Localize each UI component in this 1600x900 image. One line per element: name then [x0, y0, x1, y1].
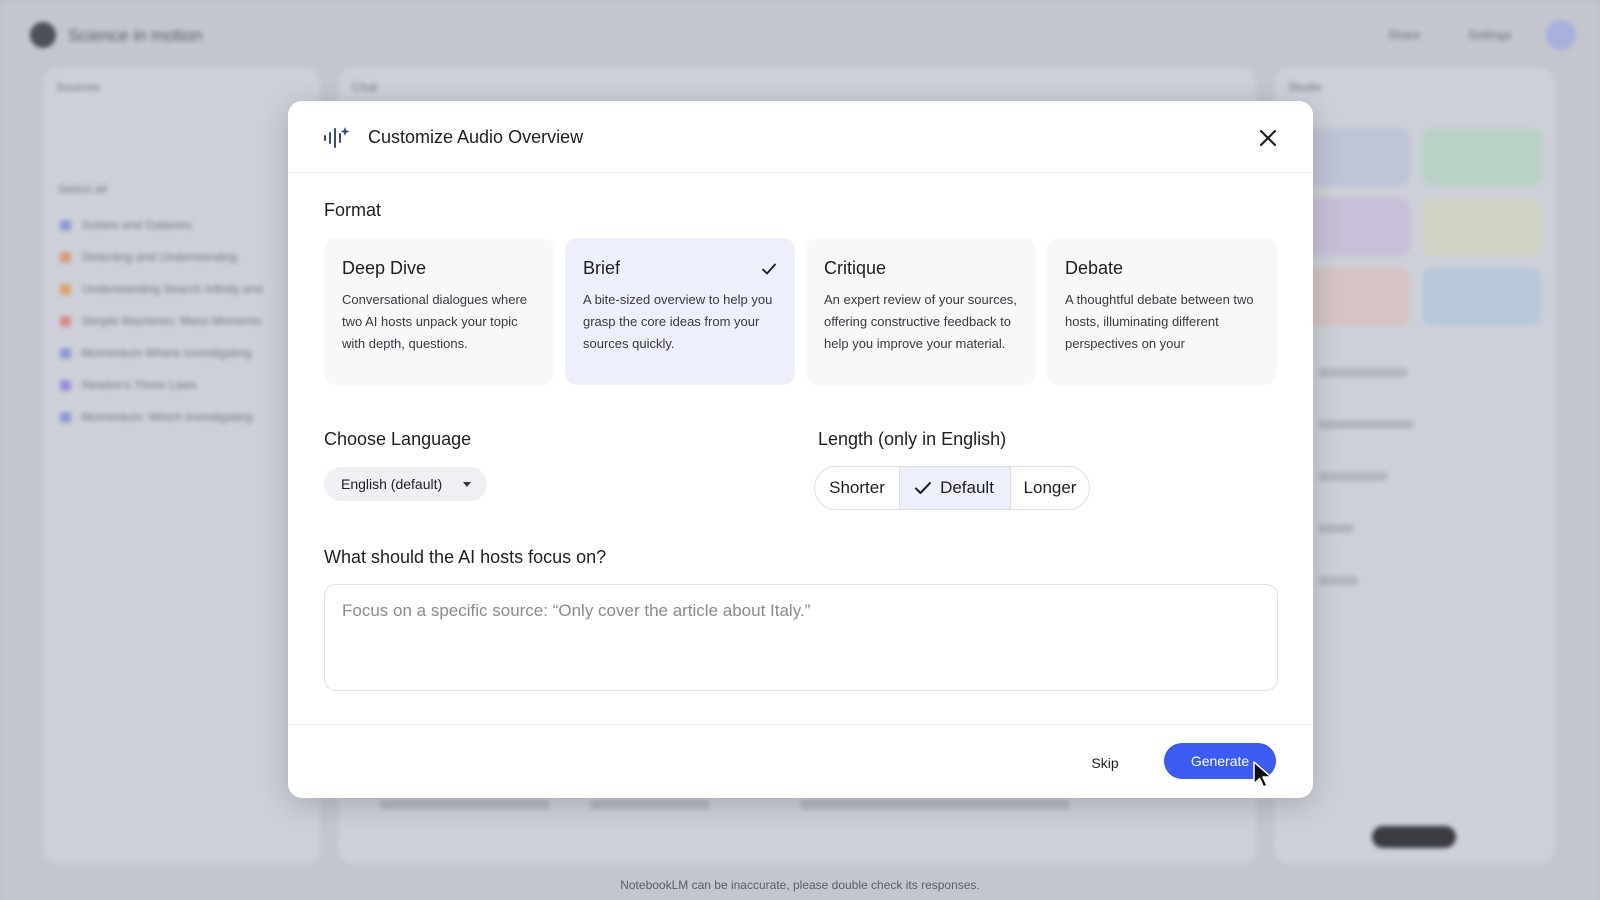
app-logo-icon: [30, 22, 56, 48]
disclaimer-text: NotebookLM can be inaccurate, please dou…: [620, 878, 980, 892]
length-segmented-control: Shorter Default Longer: [814, 466, 1090, 510]
source-icon: [60, 348, 71, 359]
studio-card: [1422, 198, 1542, 256]
format-option-deep-dive[interactable]: Deep Dive Conversational dialogues where…: [324, 238, 554, 385]
source-item: Simple Machines: Mass Moments: [82, 314, 262, 328]
studio-panel: [1274, 68, 1554, 864]
dialog-header: Customize Audio Overview: [288, 101, 1313, 173]
close-icon[interactable]: [1253, 123, 1283, 153]
format-options: Deep Dive Conversational dialogues where…: [324, 238, 1277, 385]
length-label: Length (only in English): [818, 429, 1007, 449]
source-item: Newton's Three Laws: [82, 378, 197, 392]
format-name: Critique: [824, 258, 887, 278]
source-icon: [60, 220, 71, 231]
source-item: Momentum: Which Investigating: [82, 410, 253, 424]
note-line: [1318, 368, 1408, 377]
source-icon: [60, 412, 71, 423]
format-name: Deep Dive: [342, 258, 427, 278]
format-option-critique[interactable]: Critique An expert review of your source…: [806, 238, 1036, 385]
note-line: [1318, 524, 1354, 533]
studio-card: [1422, 128, 1542, 186]
source-item: Momentum Where Investigating: [82, 346, 252, 360]
source-item: Detecting and Understanding: [82, 250, 238, 264]
chat-title: Chat: [352, 80, 378, 94]
audio-sparkle-icon: [324, 127, 350, 148]
length-option-default[interactable]: Default: [899, 467, 1011, 509]
note-line: [1318, 576, 1358, 585]
format-description: A thoughtful debate between two hosts, i…: [1065, 292, 1254, 351]
focus-input[interactable]: [324, 584, 1278, 691]
source-icon: [60, 284, 71, 295]
format-description: A bite-sized overview to help you grasp …: [583, 292, 773, 351]
format-description: An expert review of your sources, offeri…: [824, 292, 1017, 351]
customize-audio-dialog: Customize Audio Overview Format Deep Div…: [288, 101, 1313, 798]
format-label: Format: [324, 200, 382, 220]
sources-title: Sources: [56, 80, 101, 94]
settings-button: Settings: [1468, 28, 1512, 42]
language-label: Choose Language: [324, 429, 472, 449]
length-option-label: Default: [940, 478, 994, 497]
note-line: [1318, 420, 1414, 429]
studio-title: Studio: [1288, 80, 1323, 94]
add-note-button: [1372, 826, 1456, 848]
avatar: [1546, 20, 1576, 50]
chat-suggestion-line: [380, 800, 550, 809]
source-icon: [60, 316, 71, 327]
source-item: Understanding Search Infinity and: [82, 282, 263, 296]
mouse-pointer-icon: [1253, 761, 1272, 788]
check-icon: [762, 263, 776, 275]
app-header: Science in motion Share Settings: [0, 0, 1600, 70]
source-icon: [60, 380, 71, 391]
format-name: Debate: [1065, 258, 1124, 278]
skip-button[interactable]: Skip: [1080, 749, 1130, 777]
share-button: Share: [1388, 28, 1421, 42]
format-option-brief[interactable]: Brief A bite-sized overview to help you …: [565, 238, 795, 385]
format-name: Brief: [583, 258, 621, 278]
app-title: Science in motion: [68, 26, 203, 45]
select-all-label: Select all: [58, 182, 107, 196]
length-option-shorter[interactable]: Shorter: [815, 467, 899, 509]
focus-label: What should the AI hosts focus on?: [324, 547, 607, 567]
language-selected-value: English (default): [341, 476, 443, 492]
length-option-longer[interactable]: Longer: [1011, 467, 1089, 509]
studio-card: [1422, 268, 1542, 326]
dialog-footer: Skip Generate: [288, 724, 1313, 798]
chat-suggestion-line: [590, 800, 710, 809]
caret-down-icon: [463, 482, 471, 487]
source-icon: [60, 252, 71, 263]
note-line: [1318, 472, 1388, 481]
chat-suggestion-line: [800, 800, 1070, 809]
language-select[interactable]: English (default): [324, 467, 487, 501]
dialog-title: Customize Audio Overview: [368, 127, 584, 147]
source-item: Solaris and Galaxies: [82, 218, 193, 232]
format-option-debate[interactable]: Debate A thoughtful debate between two h…: [1047, 238, 1277, 385]
check-icon: [915, 482, 931, 494]
format-description: Conversational dialogues where two AI ho…: [342, 292, 528, 351]
